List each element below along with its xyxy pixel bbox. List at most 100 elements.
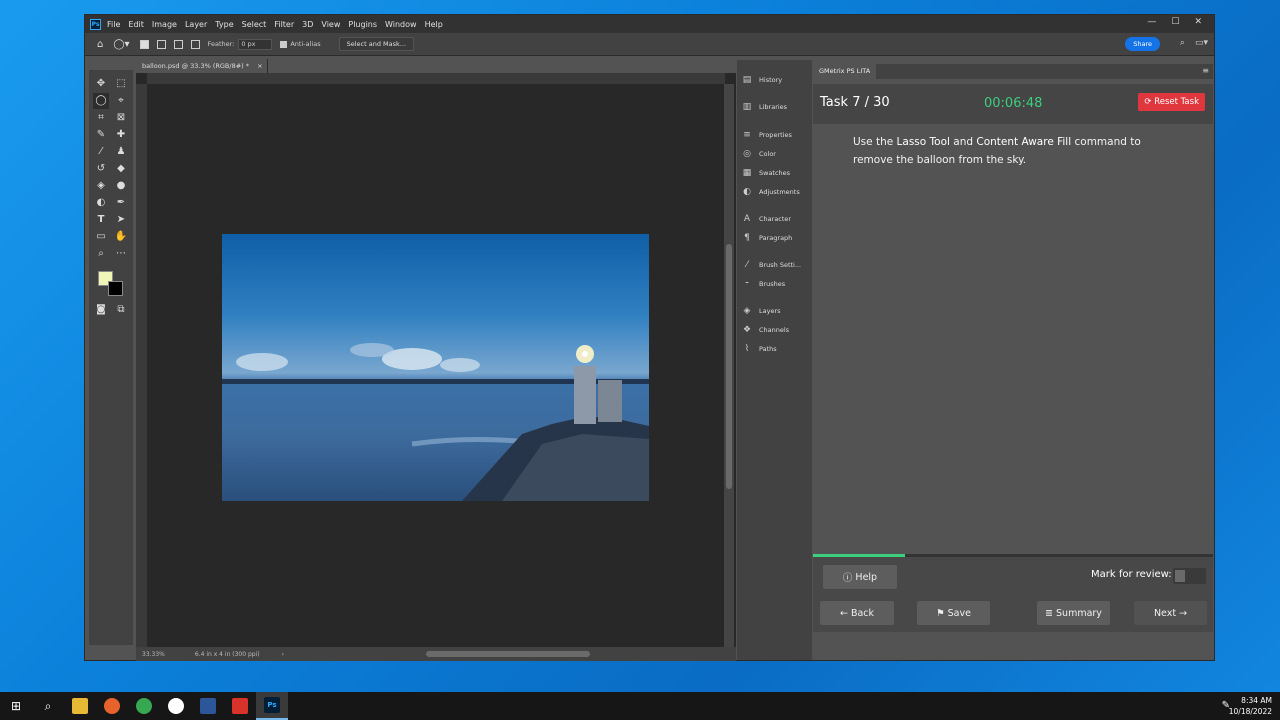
maximize-icon[interactable]: ☐ (1171, 17, 1179, 27)
object-select-tool-icon[interactable]: ⌖ (113, 93, 129, 109)
antialias-label: Anti-alias (290, 40, 321, 48)
panel-layers[interactable]: ◈ Layers (741, 303, 809, 319)
search-icon[interactable]: ⌕ (1180, 38, 1185, 48)
panel-paragraph[interactable]: ¶ Paragraph (741, 230, 809, 246)
photoshop-logo-icon: Ps (90, 18, 101, 30)
character-icon: A (743, 214, 751, 224)
wordpress-icon[interactable] (160, 692, 192, 720)
panel-paths[interactable]: ⌇ Paths (741, 341, 809, 357)
menu-help[interactable]: Help (425, 20, 443, 29)
home-icon[interactable]: ⌂ (97, 39, 103, 50)
search-icon[interactable]: ⌕ (32, 692, 64, 720)
marquee-tool-icon[interactable]: ⬚ (113, 76, 129, 92)
panel-properties[interactable]: ≡ Properties (741, 127, 809, 143)
save-button[interactable]: ⚑ Save (917, 601, 990, 625)
blur-tool-icon[interactable]: ● (113, 178, 129, 194)
brush-settings-icon: ⁄ (746, 260, 748, 270)
mark-review-toggle[interactable] (1173, 568, 1206, 584)
menu-layer[interactable]: Layer (185, 20, 207, 29)
word-icon[interactable] (192, 692, 224, 720)
help-button[interactable]: ⓘ Help (823, 565, 897, 589)
menu-file[interactable]: File (107, 20, 120, 29)
firefox-icon[interactable] (96, 692, 128, 720)
new-selection-icon[interactable] (139, 39, 149, 49)
feather-input[interactable]: 0 px (238, 38, 273, 50)
path-select-tool-icon[interactable]: ➤ (113, 212, 129, 228)
more-tools-icon[interactable]: ⋯ (113, 246, 129, 262)
menu-view[interactable]: View (321, 20, 340, 29)
menu-3d[interactable]: 3D (302, 20, 313, 29)
vertical-scroll-thumb[interactable] (726, 244, 732, 489)
frame-tool-icon[interactable]: ⊠ (113, 110, 129, 126)
quick-mask-icon[interactable]: ◙ (93, 302, 109, 318)
panel-brush-settings[interactable]: ⁄ Brush Setti... (741, 257, 809, 273)
app-icon[interactable] (224, 692, 256, 720)
system-clock[interactable]: 8:34 AM 10/18/2022 (1229, 695, 1272, 717)
hand-tool-icon[interactable]: ✋ (113, 229, 129, 245)
crop-tool-icon[interactable]: ⌗ (93, 110, 109, 126)
share-button[interactable]: Share (1125, 37, 1160, 51)
antialias-checkbox[interactable] (280, 40, 288, 48)
close-tab-icon[interactable]: × (257, 62, 262, 70)
rectangle-tool-icon[interactable]: ▭ (93, 229, 109, 245)
lasso-tool-icon[interactable]: ◯ (93, 93, 109, 109)
menu-select[interactable]: Select (242, 20, 267, 29)
horizontal-scroll-thumb[interactable] (426, 651, 590, 657)
panel-menu-icon[interactable]: ≡ (1202, 66, 1209, 75)
move-tool-icon[interactable]: ✥ (93, 76, 109, 92)
panel-brushes[interactable]: ⁃ Brushes (741, 276, 809, 292)
brush-tool-icon[interactable]: ⁄ (93, 144, 109, 160)
dodge-tool-icon[interactable]: ◐ (93, 195, 109, 211)
healing-brush-tool-icon[interactable]: ✚ (113, 127, 129, 143)
history-brush-tool-icon[interactable]: ↺ (93, 161, 109, 177)
menu-image[interactable]: Image (152, 20, 177, 29)
workspace-icon[interactable]: ▭▾ (1195, 38, 1208, 48)
photoshop-taskbar-icon[interactable]: Ps (256, 692, 288, 720)
paths-icon: ⌇ (744, 344, 750, 354)
zoom-level[interactable]: 33.33% (142, 651, 165, 658)
pen-tool-icon[interactable]: ✒ (113, 195, 129, 211)
zoom-tool-icon[interactable]: ⌕ (93, 246, 109, 262)
chrome-icon[interactable] (128, 692, 160, 720)
type-tool-icon[interactable]: T (93, 212, 109, 228)
panel-libraries[interactable]: ▥ Libraries (741, 99, 809, 115)
panel-color[interactable]: ◎ Color (741, 146, 809, 162)
task-footer: ⓘ Help Mark for review: ← Back ⚑ Save ≣ Summ… (813, 557, 1213, 632)
panel-character[interactable]: A Character (741, 211, 809, 227)
gmetrix-tabbar: GMetrix PS LITA ≡ (813, 64, 1213, 79)
intersect-selection-icon[interactable] (190, 39, 200, 49)
panel-channels[interactable]: ❖ Channels (741, 322, 809, 338)
screen-mode-icon[interactable]: ⧉ (113, 302, 129, 318)
review-label: Mark for review: (1091, 569, 1172, 580)
document-tab[interactable]: balloon.psd @ 33.3% (RGB/8#) * × (136, 59, 268, 73)
menu-type[interactable]: Type (215, 20, 233, 29)
panel-swatches[interactable]: ▦ Swatches (741, 165, 809, 181)
select-and-mask-button[interactable]: Select and Mask... (338, 37, 414, 51)
paint-bucket-tool-icon[interactable]: ◈ (93, 178, 109, 194)
panel-adjustments[interactable]: ◐ Adjustments (741, 184, 809, 200)
gmetrix-tab[interactable]: GMetrix PS LITA (813, 64, 877, 79)
reset-task-button[interactable]: ⟳ Reset Task (1138, 93, 1205, 111)
status-chevron-icon[interactable]: › (282, 651, 284, 658)
add-selection-icon[interactable] (156, 39, 166, 49)
back-button[interactable]: ← Back (820, 601, 894, 625)
lighthouse-photo[interactable] (222, 234, 649, 501)
next-button[interactable]: Next → (1134, 601, 1207, 625)
eyedropper-tool-icon[interactable]: ✎ (93, 127, 109, 143)
background-color-swatch[interactable] (108, 281, 123, 296)
lasso-tool-preset-icon[interactable]: ◯▾ (113, 39, 129, 50)
vertical-scrollbar[interactable] (724, 84, 734, 647)
subtract-selection-icon[interactable] (173, 39, 183, 49)
minimize-icon[interactable]: — (1147, 17, 1156, 27)
stamp-tool-icon[interactable]: ♟ (113, 144, 129, 160)
menu-filter[interactable]: Filter (274, 20, 294, 29)
eraser-tool-icon[interactable]: ◆ (113, 161, 129, 177)
panel-history[interactable]: ▤ History (741, 72, 809, 88)
menu-edit[interactable]: Edit (128, 20, 144, 29)
menu-window[interactable]: Window (385, 20, 417, 29)
close-icon[interactable]: ✕ (1194, 17, 1202, 27)
file-explorer-icon[interactable] (64, 692, 96, 720)
menu-plugins[interactable]: Plugins (348, 20, 377, 29)
summary-button[interactable]: ≣ Summary (1037, 601, 1110, 625)
windows-start-icon[interactable]: ⊞ (0, 692, 32, 720)
